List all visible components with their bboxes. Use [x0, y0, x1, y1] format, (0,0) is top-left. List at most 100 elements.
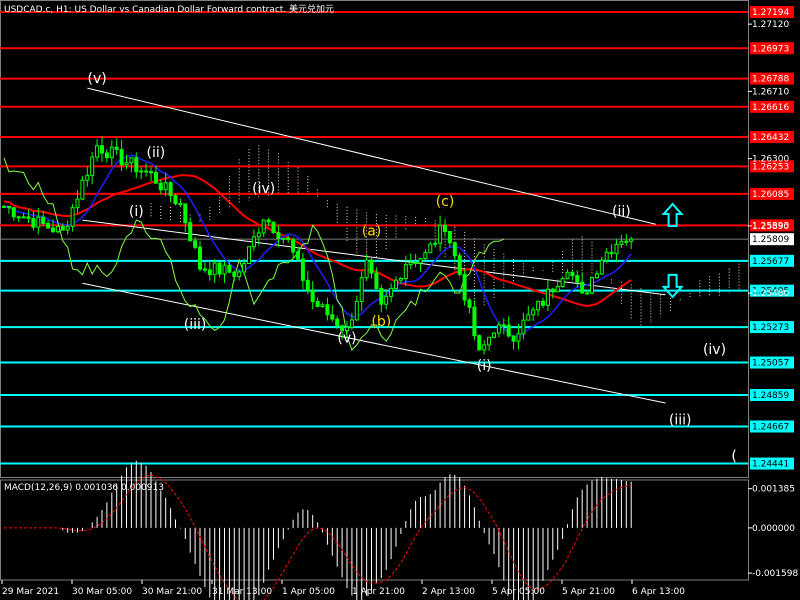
candle-body — [51, 227, 55, 233]
arrow-up-icon — [661, 202, 684, 228]
wave-label: (a) — [362, 224, 382, 240]
time-tick-label: 1 Apr 05:00 — [282, 587, 335, 597]
wave-label: (b) — [371, 314, 391, 330]
candle-body — [418, 258, 423, 264]
candle-body — [158, 182, 163, 191]
macd-tick-label: 0.000000 — [752, 524, 795, 534]
candle-body — [139, 170, 144, 173]
candle-body — [232, 271, 237, 278]
time-axis: 29 Mar 2021 30 Mar 05:00 30 Mar 21:00 31 Ma… — [1, 580, 685, 597]
candle-body — [70, 207, 75, 227]
candle-body — [462, 273, 467, 301]
candle-body — [394, 279, 398, 289]
candle-body — [60, 225, 65, 231]
candle-body — [90, 156, 95, 176]
arrow-down-icon — [661, 273, 684, 299]
candle-body — [227, 264, 232, 273]
support-price-label: 1.24667 — [752, 422, 789, 432]
support-price-label: 1.25677 — [752, 257, 789, 267]
price-levels: 1.271941.269731.267881.266161.264321.262… — [0, 6, 794, 470]
resistance-price-label: 1.26788 — [752, 75, 789, 85]
candle-body — [614, 243, 619, 255]
time-tick-label: 29 Mar 2021 — [2, 587, 59, 597]
candle-body — [31, 217, 36, 228]
candle-body — [198, 246, 202, 270]
candle-body — [403, 264, 408, 280]
wave-label: (ii) — [147, 145, 166, 161]
macd-label: MACD(12,26,9) 0.001036 0.000913 — [4, 483, 164, 493]
time-tick-label: 1 Apr 21:00 — [352, 587, 405, 597]
support-price-label: 1.25057 — [752, 359, 789, 369]
candle-body — [168, 182, 173, 197]
candle-body — [16, 216, 21, 219]
candle-body — [580, 281, 585, 294]
macd-tick-label: -0.001598 — [752, 569, 798, 579]
candle-body — [526, 314, 531, 321]
candle-body — [609, 251, 614, 255]
trendline — [82, 282, 666, 404]
candle-body — [398, 278, 403, 281]
candle-body — [374, 272, 379, 289]
price-chart[interactable]: 1.271941.269731.267881.266161.264321.262… — [0, 0, 800, 600]
candle-body — [46, 222, 51, 229]
candle-body — [575, 275, 580, 283]
candle-body — [212, 262, 217, 276]
candle-body — [222, 264, 227, 275]
candle-body — [619, 240, 624, 245]
candle-body — [281, 237, 286, 240]
candle-body — [433, 242, 438, 245]
trendline — [87, 87, 656, 225]
candle-body — [193, 240, 198, 248]
chart-window[interactable]: 1.27194 1.26973 1.26788 1.26616 1.26432 1.262… — [0, 0, 800, 600]
candle-body — [443, 224, 447, 233]
candle-body — [325, 304, 330, 316]
candle-body — [369, 259, 374, 274]
candle-body — [521, 319, 526, 335]
candle-body — [413, 261, 418, 264]
candle-body — [65, 225, 70, 231]
candle-body — [261, 219, 266, 234]
candle-body — [335, 318, 340, 327]
candle-body — [144, 170, 149, 173]
current-price-label: 1.25809 — [752, 235, 789, 245]
wave-label: (ii) — [612, 204, 631, 220]
candle-body — [565, 271, 570, 280]
candle-body — [379, 287, 384, 305]
candle-body — [6, 205, 11, 209]
resistance-price-label: 1.26616 — [752, 103, 789, 113]
wave-label: ( — [731, 448, 736, 464]
candle-body — [472, 306, 477, 337]
candle-body — [477, 335, 482, 351]
candlesticks — [2, 136, 634, 355]
wave-label: (iii) — [669, 412, 692, 428]
candle-body — [604, 251, 609, 261]
candle-body — [545, 288, 550, 306]
candle-body — [114, 146, 119, 151]
candle-body — [629, 238, 634, 242]
candle-body — [85, 174, 90, 181]
price-tick-label: 1.25480 — [752, 289, 789, 299]
candle-body — [163, 182, 168, 191]
macd-tick-label: 0.001385 — [752, 485, 795, 495]
candle-body — [271, 221, 276, 234]
wave-label: (i) — [477, 358, 492, 374]
price-tick-label: 1.26710 — [752, 87, 789, 97]
wave-label: (i) — [129, 204, 144, 220]
candle-body — [384, 295, 389, 305]
candle-body — [541, 300, 545, 306]
candle-body — [516, 333, 521, 342]
candle-body — [21, 216, 26, 219]
candle-body — [531, 309, 536, 316]
direction-arrows — [661, 202, 684, 299]
candle-body — [550, 288, 555, 293]
resistance-price-label: 1.27194 — [752, 8, 789, 18]
candle-body — [359, 277, 364, 302]
candle-body — [286, 237, 291, 241]
candle-body — [41, 216, 46, 224]
candle-body — [276, 232, 281, 239]
macd-panel-border — [0, 479, 749, 581]
candle-body — [55, 225, 60, 233]
support-price-label: 1.24441 — [752, 460, 789, 470]
candle-body — [237, 271, 242, 278]
candle-body — [296, 251, 300, 260]
